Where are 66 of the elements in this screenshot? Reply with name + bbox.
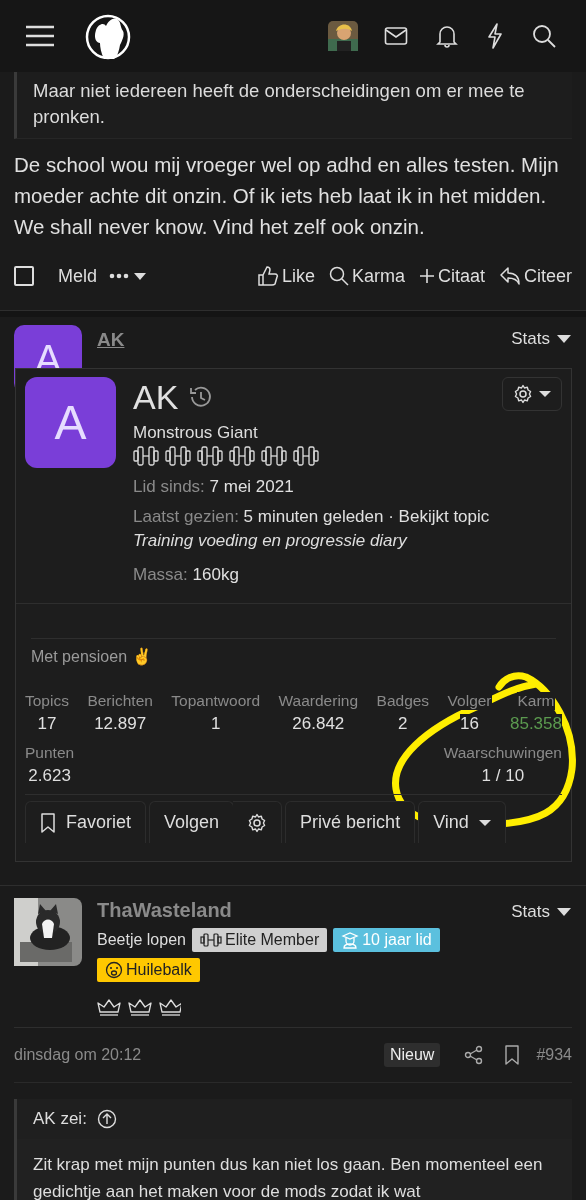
- stats-dropdown[interactable]: Stats: [511, 902, 572, 922]
- stat-label: Volger: [447, 692, 492, 710]
- more-menu-icon[interactable]: [109, 270, 147, 282]
- crying-face-icon: [105, 961, 123, 979]
- like-button[interactable]: Like: [256, 265, 315, 287]
- reply-button[interactable]: Citeer: [499, 265, 572, 287]
- settings-dropdown[interactable]: [502, 377, 562, 411]
- checkbox[interactable]: [14, 266, 34, 286]
- avatar[interactable]: A: [25, 377, 116, 468]
- find-dropdown[interactable]: Vind: [418, 801, 506, 843]
- field-value: 160kg: [192, 565, 239, 584]
- user-title: Beetje lopen: [97, 931, 186, 949]
- field-value: 7 mei 2021: [209, 477, 294, 496]
- graduate-icon: [341, 931, 360, 949]
- quote-text: Zit krap met mijn punten dus kan niet los gaan. Ben momenteel een gedichtje aan het maken voor de mods zodat ik wat: [17, 1139, 572, 1200]
- action-button[interactable]: Privé bericht: [285, 801, 416, 843]
- settings-icon: [513, 384, 533, 404]
- action-button[interactable]: Volgen: [149, 801, 235, 843]
- share-icon[interactable]: [464, 1045, 485, 1065]
- caret-icon: [478, 818, 491, 827]
- field-label: Massa:: [133, 565, 188, 584]
- mail-icon[interactable]: [384, 26, 408, 46]
- user-title: Monstrous Giant: [133, 423, 259, 443]
- plus-icon: [418, 268, 435, 284]
- username-link[interactable]: AK: [97, 329, 125, 351]
- user-badge[interactable]: Elite Member: [191, 928, 328, 952]
- post-text: De school wou mij vroeger wel op adhd en alles testen. Mijn moeder achte dit onzin. Of ik iets heb laat ik in het midden. We shall never know. Vind het zelf ook onzin.: [14, 152, 560, 240]
- caret-icon: [539, 390, 551, 398]
- settings-icon: [247, 812, 268, 833]
- lightning-icon[interactable]: [486, 23, 504, 49]
- stats-dropdown[interactable]: Stats: [511, 329, 572, 349]
- caret-icon: [556, 907, 572, 917]
- post-number-link[interactable]: #934: [536, 1046, 572, 1064]
- bookmark-icon[interactable]: [504, 1045, 521, 1065]
- search-icon: [328, 266, 349, 286]
- search-icon[interactable]: [532, 24, 556, 48]
- menu-icon[interactable]: [24, 24, 56, 48]
- favorite-button[interactable]: Favoriet: [25, 801, 147, 843]
- stat-label: Badges: [376, 692, 430, 710]
- caret-icon: [556, 334, 572, 344]
- status-text: Met pensioen ✌: [31, 638, 556, 666]
- quote-text: Maar niet iedereen heeft de onderscheidingen om er mee te pronken.: [33, 80, 525, 127]
- thumbs-up-icon: [256, 265, 279, 287]
- bell-icon[interactable]: [436, 24, 458, 48]
- arrow-up-icon[interactable]: [96, 1109, 117, 1129]
- field-label: Lid sinds:: [133, 477, 205, 496]
- stat-label: Waarschuwingen: [443, 744, 562, 762]
- username-link[interactable]: ThaWasteland: [97, 898, 232, 922]
- stat-label: Topics: [25, 692, 69, 710]
- field-value: 5 minuten geleden · Bekijkt topic: [243, 507, 490, 526]
- stat-label: Karm: [517, 692, 555, 710]
- dumbbell-icon: [199, 932, 222, 948]
- add-button[interactable]: Citaat: [418, 265, 485, 287]
- bookmark-icon: [40, 812, 56, 833]
- user-badge[interactable]: Huilebalk: [97, 958, 200, 982]
- field-label: Laatst gezien:: [133, 507, 239, 526]
- post-date[interactable]: dinsdag om 20:12: [14, 1046, 142, 1064]
- quote-author: AK zei:: [33, 1109, 87, 1129]
- topic-title[interactable]: Training voeding en progressie diary: [133, 531, 490, 551]
- username: AK: [133, 377, 179, 417]
- stat-label: Waardering: [278, 692, 359, 710]
- new-label: Nieuw: [383, 1043, 441, 1067]
- reply-arrow-icon: [499, 266, 521, 286]
- karma-button[interactable]: Karma: [328, 265, 405, 287]
- stat-label: Topantwoord: [171, 692, 261, 710]
- report-button[interactable]: Meld: [58, 265, 97, 287]
